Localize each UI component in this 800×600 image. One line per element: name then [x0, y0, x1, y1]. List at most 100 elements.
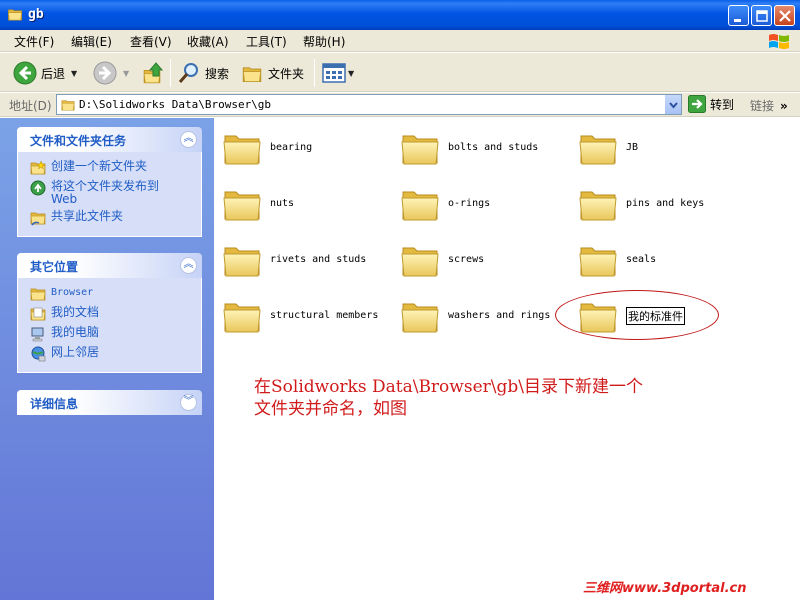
menu-file[interactable]: 文件(F)	[14, 33, 54, 50]
menu-help[interactable]: 帮助(H)	[303, 33, 345, 50]
address-label: 地址(D)	[9, 99, 52, 113]
window-title: gb	[28, 7, 44, 22]
publish-web-icon	[30, 180, 46, 196]
back-dropdown-icon[interactable]: ▼	[71, 69, 77, 78]
forward-dropdown-icon[interactable]: ▼	[123, 69, 129, 78]
toolbar: 后退 ▼ ▼ 搜索 文件夹 ▼	[0, 53, 800, 92]
forward-button[interactable]: ▼	[93, 59, 129, 87]
views-icon	[322, 63, 346, 83]
folder-item[interactable]: JB	[578, 124, 748, 168]
folder-label: nuts	[270, 198, 295, 209]
menu-edit[interactable]: 编辑(E)	[71, 33, 112, 50]
highlight-ellipse	[555, 290, 719, 340]
go-arrow-icon	[688, 95, 706, 113]
minimize-button[interactable]	[728, 5, 749, 26]
chevron-right-icon: »	[780, 99, 788, 113]
folders-label: 文件夹	[268, 66, 305, 81]
folder-label: washers and rings	[448, 310, 551, 321]
tasks-panel-header[interactable]: 文件和文件夹任务 ︽	[17, 127, 202, 152]
views-dropdown-icon[interactable]: ▼	[348, 69, 354, 78]
new-folder-icon	[30, 160, 46, 175]
folder-item[interactable]: bearing	[222, 124, 392, 168]
folder-item[interactable]: washers and rings	[400, 292, 578, 336]
folder-icon	[30, 288, 46, 301]
folder-label: o-rings	[448, 198, 491, 209]
folder-item[interactable]: rivets and studs	[222, 236, 392, 280]
back-arrow-icon	[13, 61, 37, 85]
folder-label: bolts and studs	[448, 142, 539, 153]
collapse-icon[interactable]: ︽	[180, 257, 197, 274]
address-bar: 地址(D) D:\Solidworks Data\Browser\gb 转到 链…	[0, 93, 800, 117]
details-panel-header[interactable]: 详细信息 ︾	[17, 390, 202, 415]
watermark: 三维网www.3dportal.cn	[583, 581, 747, 596]
maximize-button[interactable]	[751, 5, 772, 26]
views-button[interactable]: ▼	[322, 59, 354, 87]
share-folder-icon	[30, 212, 46, 226]
folder-item[interactable]: screws	[400, 236, 570, 280]
links-label: 链接	[750, 99, 775, 113]
folder-icon	[223, 247, 261, 277]
search-icon	[178, 63, 198, 83]
toolbar-separator	[170, 59, 171, 87]
links-toolbar[interactable]: 链接 »	[750, 97, 788, 114]
folder-item[interactable]: bolts and studs	[400, 124, 570, 168]
folder-icon	[401, 135, 439, 165]
details-panel: 详细信息 ︾	[17, 390, 202, 415]
collapse-icon[interactable]: ︽	[180, 131, 197, 148]
folder-label: seals	[626, 254, 657, 265]
place-label: 网上邻居	[51, 345, 100, 359]
place-my-computer[interactable]: 我的电脑	[18, 324, 201, 344]
folder-item[interactable]: pins and keys	[578, 180, 748, 224]
folder-item[interactable]: structural members	[222, 292, 400, 336]
details-panel-title: 详细信息	[30, 397, 79, 411]
task-share-folder[interactable]: 共享此文件夹	[18, 208, 201, 228]
menu-favorites[interactable]: 收藏(A)	[187, 33, 229, 50]
chevron-down-icon	[669, 102, 678, 109]
network-icon	[31, 346, 46, 362]
menu-view[interactable]: 查看(V)	[130, 33, 172, 50]
folder-icon	[401, 247, 439, 277]
folder-icon	[223, 191, 261, 221]
folder-icon	[223, 135, 261, 165]
folder-label: structural members	[270, 310, 379, 321]
folder-item[interactable]: nuts	[222, 180, 392, 224]
folders-icon	[242, 67, 262, 82]
address-dropdown-button[interactable]	[664, 95, 681, 114]
places-panel-header[interactable]: 其它位置 ︽	[17, 253, 202, 278]
folder-icon	[6, 7, 24, 22]
go-label: 转到	[710, 97, 735, 112]
expand-icon[interactable]: ︾	[180, 394, 197, 411]
search-button[interactable]: 搜索	[177, 59, 229, 87]
folder-icon	[223, 303, 261, 333]
folder-label: rivets and studs	[270, 254, 367, 265]
place-my-documents[interactable]: 我的文档	[18, 304, 201, 324]
folder-label: JB	[626, 142, 639, 153]
folder-label: bearing	[270, 142, 313, 153]
folder-icon	[401, 303, 439, 333]
back-label: 后退	[41, 66, 66, 81]
place-browser[interactable]: Browser	[18, 284, 201, 304]
search-label: 搜索	[205, 66, 230, 81]
task-publish-web[interactable]: 将这个文件夹发布到 Web	[18, 178, 201, 208]
close-button[interactable]	[774, 5, 795, 26]
folder-item[interactable]: seals	[578, 236, 748, 280]
up-button[interactable]	[143, 59, 165, 87]
title-bar[interactable]: gb	[0, 0, 800, 30]
my-documents-icon	[30, 307, 46, 321]
windows-logo-icon	[766, 31, 792, 51]
address-input[interactable]: D:\Solidworks Data\Browser\gb	[56, 94, 682, 115]
place-network[interactable]: 网上邻居	[18, 344, 201, 364]
go-button[interactable]: 转到	[688, 95, 734, 113]
folder-item[interactable]: o-rings	[400, 180, 570, 224]
folder-label: pins and keys	[626, 198, 705, 209]
back-button[interactable]: 后退 ▼	[13, 59, 77, 87]
tasks-panel-body: 创建一个新文件夹 将这个文件夹发布到 Web 共享此文件夹	[17, 152, 202, 237]
menu-tools[interactable]: 工具(T)	[246, 33, 287, 50]
folder-icon	[401, 191, 439, 221]
place-label: Browser	[51, 287, 94, 298]
task-pane: 文件和文件夹任务 ︽ 创建一个新文件夹 将这个文件夹发布到 Web 共享此文件夹…	[0, 118, 214, 600]
folder-label: screws	[448, 254, 485, 265]
task-new-folder[interactable]: 创建一个新文件夹	[18, 158, 201, 178]
folders-button[interactable]: 文件夹	[240, 59, 304, 87]
task-label: 创建一个新文件夹	[51, 159, 148, 173]
